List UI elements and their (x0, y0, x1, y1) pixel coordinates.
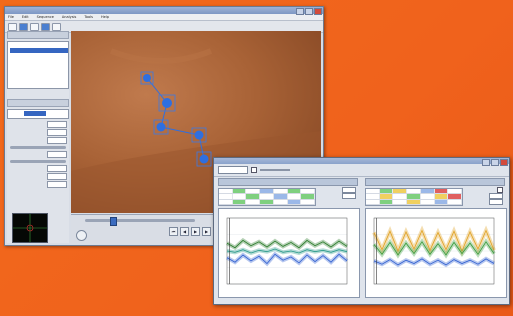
table-row[interactable] (219, 199, 316, 205)
param-row (465, 199, 503, 205)
menu-bar: File Edit Sequence Analysis Tools Help (5, 14, 323, 21)
marker-joint[interactable] (153, 119, 169, 135)
field-input[interactable] (47, 137, 67, 144)
settings-icon[interactable] (52, 22, 61, 31)
sequence-list[interactable] (7, 41, 69, 89)
sequence-list-item[interactable] (10, 48, 68, 53)
view-dropdown[interactable] (218, 166, 248, 174)
menu-help[interactable]: Help (101, 14, 109, 20)
menu-tools[interactable]: Tools (84, 14, 93, 20)
marker-joint[interactable] (158, 94, 176, 112)
marker-joint[interactable] (140, 71, 154, 85)
marker-selector[interactable] (7, 109, 69, 119)
left-side-header (218, 178, 358, 186)
left-params (318, 187, 356, 199)
field-input[interactable] (47, 173, 67, 180)
option-checkbox[interactable] (251, 167, 257, 173)
slider[interactable] (10, 146, 66, 149)
menu-edit[interactable]: Edit (22, 14, 29, 20)
right-params (465, 187, 503, 205)
field-row (7, 181, 69, 188)
right-side-header (365, 178, 505, 186)
right-chart-svg (372, 217, 496, 285)
play-icon[interactable]: ▶ (191, 227, 200, 236)
sequence-panel-header (7, 31, 69, 39)
close-button[interactable] (500, 159, 508, 166)
param-input[interactable] (342, 193, 356, 199)
preview-thumbnail (12, 213, 48, 243)
analysis-panel-header (7, 99, 69, 107)
series-band (226, 246, 348, 256)
close-button[interactable] (314, 8, 322, 15)
crosshair-icon (13, 214, 47, 242)
first-frame-icon[interactable]: ⏮ (169, 227, 178, 236)
field-row (7, 137, 69, 144)
maximize-button[interactable] (491, 159, 499, 166)
main-titlebar (5, 7, 323, 15)
field-row (7, 129, 69, 136)
marker-joint[interactable] (191, 127, 207, 143)
right-side-panel (365, 178, 507, 300)
minimize-button[interactable] (296, 8, 304, 15)
marker-icon[interactable] (41, 22, 50, 31)
step-back-icon[interactable]: ◀ (180, 227, 189, 236)
field-row (7, 151, 69, 158)
param-row (318, 193, 356, 199)
field-row (7, 173, 69, 180)
field-input[interactable] (47, 151, 67, 158)
table-row[interactable] (366, 199, 463, 205)
field-row (7, 165, 69, 172)
left-chart (218, 208, 360, 298)
field-input[interactable] (47, 165, 67, 172)
option-label (260, 169, 290, 171)
menu-analysis[interactable]: Analysis (62, 14, 76, 20)
marker-selected[interactable] (24, 111, 46, 116)
param-input[interactable] (489, 199, 503, 205)
timeline-thumb[interactable] (110, 217, 117, 226)
timeline-scrubber[interactable] (85, 217, 195, 226)
window-controls (296, 8, 322, 15)
minimize-button[interactable] (482, 159, 490, 166)
window-controls (482, 159, 508, 166)
menu-sequence[interactable]: Sequence (37, 14, 54, 20)
field-row (7, 121, 69, 128)
left-side-panel (218, 178, 360, 300)
step-forward-icon[interactable]: ▶ (202, 227, 211, 236)
menu-file[interactable]: File (8, 14, 14, 20)
left-chart-svg (226, 217, 349, 285)
maximize-button[interactable] (305, 8, 313, 15)
right-data-table[interactable] (365, 188, 463, 206)
field-input[interactable] (47, 121, 67, 128)
left-panel (7, 31, 69, 243)
field-input[interactable] (47, 129, 67, 136)
analysis-window (213, 157, 510, 305)
slider[interactable] (10, 160, 66, 163)
right-chart (365, 208, 507, 298)
analysis-toolbar (214, 164, 509, 177)
field-input[interactable] (47, 181, 67, 188)
open-icon[interactable] (8, 22, 17, 31)
save-icon[interactable] (30, 22, 39, 31)
video-icon[interactable] (19, 22, 28, 31)
left-data-table[interactable] (218, 188, 316, 206)
record-button[interactable] (76, 230, 87, 241)
